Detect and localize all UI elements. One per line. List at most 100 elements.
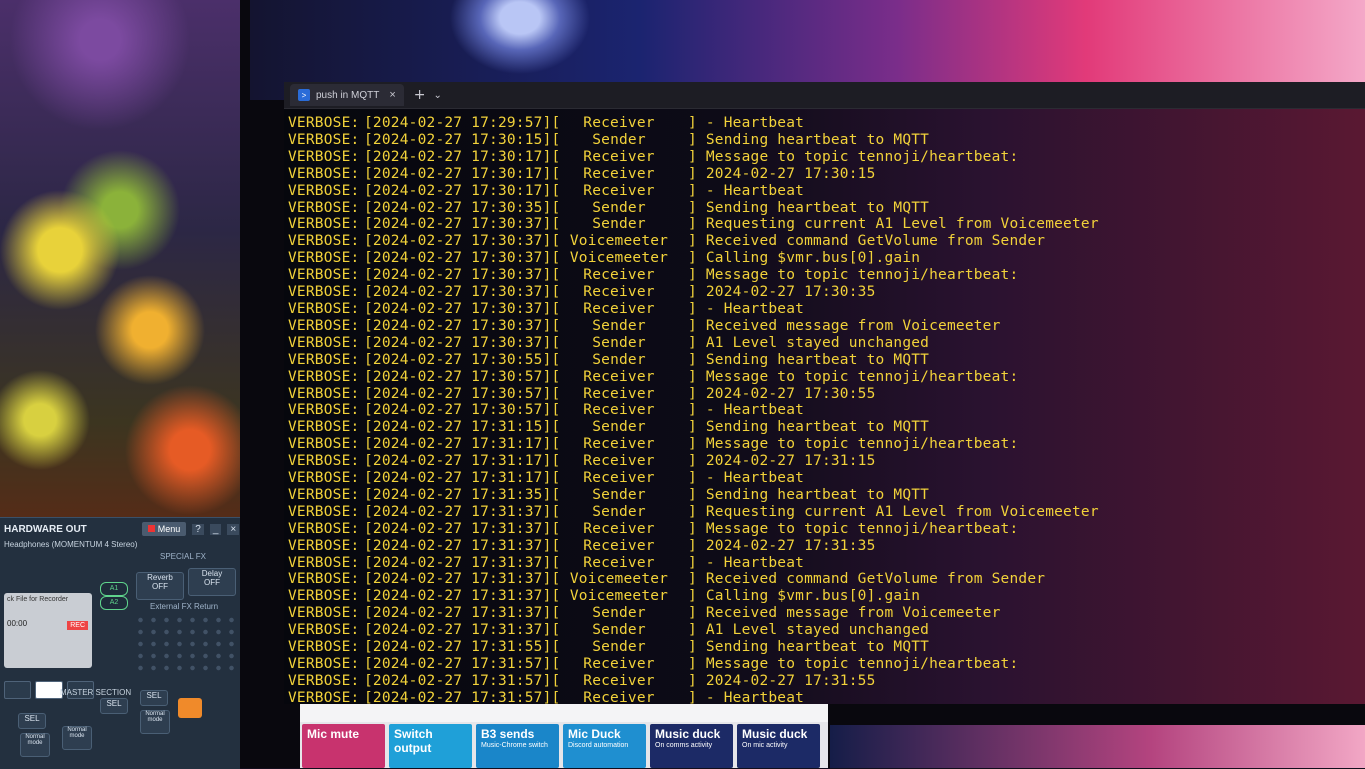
log-message: ] Calling $vmr.bus[0].gain (688, 588, 921, 605)
log-message: ] 2024-02-27 17:30:55 (688, 385, 876, 402)
deck-button-title: B3 sends (481, 727, 535, 741)
deck-button-subtitle: Discord automation (568, 742, 629, 749)
new-tab-button[interactable]: + (414, 87, 426, 103)
log-message: ] - Heartbeat (688, 115, 805, 131)
deck-button-subtitle: On comms activity (655, 742, 713, 749)
log-message: ] 2024-02-27 17:31:35 (688, 537, 876, 554)
log-line: VERBOSE: [2024-02-27 17:31:37][Receiver] … (288, 555, 1365, 572)
log-message: ] 2024-02-27 17:31:15 (688, 453, 876, 470)
terminal-window: > push in MQTT × + ⌄ VERBOSE: [2024-02-27… (284, 82, 1365, 707)
log-timestamp: [2024-02-27 17:31:57][ (364, 656, 561, 672)
log-level: VERBOSE: (288, 165, 360, 182)
log-timestamp: [2024-02-27 17:31:17][ (364, 453, 561, 470)
log-line: VERBOSE: [2024-02-27 17:31:35][Sender] Se… (288, 487, 1365, 504)
deck-button[interactable]: B3 sends Music-Chrome switch (476, 724, 559, 768)
log-level: VERBOSE: (288, 385, 360, 402)
tab-push-in-mqtt[interactable]: > push in MQTT × (290, 84, 404, 106)
deck-button[interactable]: Mic mute (302, 724, 385, 768)
close-button[interactable]: × (227, 523, 240, 535)
deck-button[interactable]: Music duck On mic activity (737, 724, 820, 768)
log-level: VERBOSE: (288, 300, 360, 317)
sel-button[interactable]: SEL (18, 713, 46, 729)
reverb-button[interactable]: Reverb OFF (136, 572, 184, 600)
log-message: ] 2024-02-27 17:30:15 (688, 165, 876, 182)
log-timestamp: [2024-02-27 17:30:57][ (364, 368, 561, 385)
output-device-name[interactable]: Headphones (MOMENTUM 4 Stereo) (0, 540, 240, 549)
log-message: ] Calling $vmr.bus[0].gain (688, 250, 921, 267)
mode-button-active[interactable] (178, 698, 202, 718)
log-line: VERBOSE: [2024-02-27 17:31:37][Receiver] … (288, 538, 1365, 555)
deck-button-title: Mic Duck (568, 727, 621, 741)
log-source: Receiver (583, 470, 655, 487)
log-timestamp: [2024-02-27 17:30:17][ (364, 148, 561, 165)
log-line: VERBOSE: [2024-02-27 17:30:57][Receiver] … (288, 369, 1365, 386)
log-level: VERBOSE: (288, 284, 360, 301)
normal-mode-button[interactable]: Normal mode (140, 710, 170, 734)
log-source: Sender (592, 503, 646, 520)
log-message: ] Received command GetVolume from Sender (688, 233, 1046, 250)
log-level: VERBOSE: (288, 233, 360, 250)
delay-button[interactable]: Delay OFF (188, 568, 236, 596)
log-line: VERBOSE: [2024-02-27 17:31:37][Voicemeete… (288, 588, 1365, 605)
log-timestamp: [2024-02-27 17:31:17][ (364, 436, 561, 453)
close-icon[interactable]: × (389, 89, 395, 101)
log-timestamp: [2024-02-27 17:31:37][ (364, 520, 561, 537)
voicemeeter-titlebar: HARDWARE OUT Menu ? _ × (0, 518, 240, 540)
rewind-button[interactable] (4, 681, 32, 699)
deck-button[interactable]: Switch output (389, 724, 472, 768)
log-source: Sender (592, 216, 646, 233)
log-timestamp: [2024-02-27 17:31:37][ (364, 571, 561, 588)
log-level: VERBOSE: (288, 470, 360, 487)
hardware-out-label: HARDWARE OUT (4, 523, 87, 535)
log-level: VERBOSE: (288, 267, 360, 284)
menu-button[interactable]: Menu (141, 522, 187, 536)
log-line: VERBOSE: [2024-02-27 17:30:37][Sender] Re… (288, 216, 1365, 233)
deck-button-title: Mic mute (307, 727, 360, 741)
log-line: VERBOSE: [2024-02-27 17:31:37][Voicemeete… (288, 571, 1365, 588)
terminal-output[interactable]: VERBOSE: [2024-02-27 17:29:57][Receiver] … (284, 109, 1365, 707)
log-source: Sender (592, 622, 646, 639)
minimize-button[interactable]: _ (209, 523, 222, 535)
log-source: Receiver (583, 385, 655, 402)
log-line: VERBOSE: [2024-02-27 17:31:15][Sender] Se… (288, 419, 1365, 436)
normal-mode-button[interactable]: Normal mode (62, 726, 92, 750)
log-line: VERBOSE: [2024-02-27 17:31:57][Receiver] … (288, 656, 1365, 673)
log-line: VERBOSE: [2024-02-27 17:30:17][Receiver] … (288, 183, 1365, 200)
log-line: VERBOSE: [2024-02-27 17:29:57][Receiver] … (288, 115, 1365, 132)
fx-return-knobs[interactable] (134, 614, 238, 676)
master-section-label: MASTER SECTION (60, 688, 132, 697)
log-source: Receiver (583, 148, 655, 165)
recorder-slot[interactable]: ck File for Recorder 00:00 REC (4, 593, 92, 668)
log-level: VERBOSE: (288, 250, 360, 267)
deck-button[interactable]: Music duck On comms activity (650, 724, 733, 768)
deck-button-subtitle: On mic activity (742, 742, 788, 749)
bus-a1-button[interactable]: A1 (100, 582, 128, 596)
help-button[interactable]: ? (192, 523, 204, 535)
reverb-label: Reverb (147, 573, 173, 582)
log-message: ] - Heartbeat (688, 402, 805, 419)
log-line: VERBOSE: [2024-02-27 17:30:37][Receiver] … (288, 267, 1365, 284)
sel-button[interactable]: SEL (100, 698, 128, 714)
deck-button-title: Switch output (394, 727, 433, 755)
log-line: VERBOSE: [2024-02-27 17:31:17][Receiver] … (288, 470, 1365, 487)
log-timestamp: [2024-02-27 17:30:55][ (364, 351, 561, 368)
log-source: Voicemeeter (569, 233, 669, 250)
log-level: VERBOSE: (288, 317, 360, 334)
log-message: ] - Heartbeat (688, 182, 805, 199)
log-source: Receiver (583, 115, 655, 131)
deck-header (300, 704, 828, 722)
log-timestamp: [2024-02-27 17:30:17][ (364, 182, 561, 199)
normal-mode-button[interactable]: Normal mode (20, 733, 50, 757)
log-level: VERBOSE: (288, 622, 360, 639)
deck-button[interactable]: Mic Duck Discord automation (563, 724, 646, 768)
log-level: VERBOSE: (288, 588, 360, 605)
log-timestamp: [2024-02-27 17:31:37][ (364, 622, 561, 639)
log-timestamp: [2024-02-27 17:31:37][ (364, 537, 561, 554)
log-message: ] Message to topic tennoji/heartbeat: (688, 520, 1019, 537)
chevron-down-icon[interactable]: ⌄ (434, 90, 442, 101)
bus-a2-button[interactable]: A2 (100, 596, 128, 610)
rec-indicator[interactable]: REC (67, 621, 88, 630)
sel-button[interactable]: SEL (140, 690, 168, 706)
log-line: VERBOSE: [2024-02-27 17:31:55][Sender] Se… (288, 639, 1365, 656)
stop-button[interactable] (35, 681, 63, 699)
